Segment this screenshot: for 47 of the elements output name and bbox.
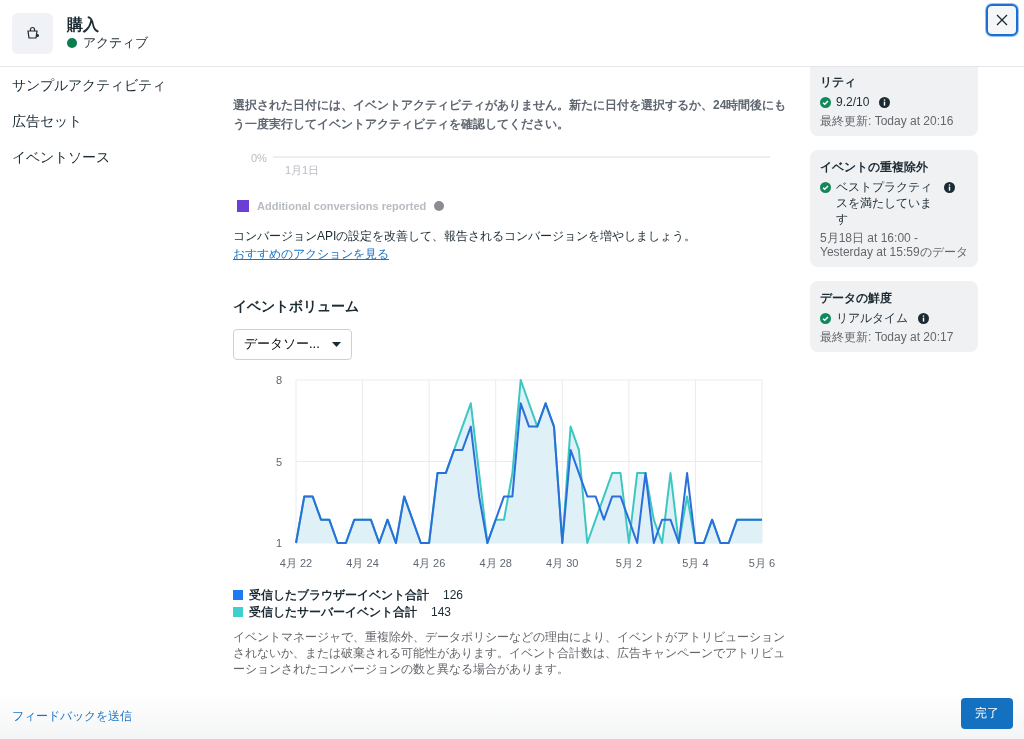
sidebar-link[interactable]: イベントソース (12, 147, 110, 167)
data-source-dropdown[interactable]: データソー... (233, 328, 352, 360)
close-button[interactable] (986, 4, 1018, 36)
page-title: 購入 (67, 15, 100, 35)
card-value: ベストプラクティスを満たしています (836, 179, 933, 227)
x-tick-label: 4月 30 (546, 556, 579, 569)
x-tick-label: 5月 2 (615, 556, 642, 569)
disclaimer-text: イベントマネージャで、重複除外、データポリシーなどの理由により、イベントがアトリビューションされないか、または破棄される可能性があります。イベント合計数は、広告キャンペーンでアトリビューションされたコンバージョンの数と異なる場合があります。 (233, 629, 786, 677)
section-title: イベントボリューム (233, 296, 360, 316)
x-tick-label: 4月 24 (346, 556, 379, 569)
legend-total: 143 (431, 603, 452, 621)
update-note: 5月18日 at 16:00 - Yesterday at 15:59のデータ (820, 231, 968, 259)
legend-label: 受信したブラウザーイベント合計 (249, 586, 429, 604)
card-title: イベントの重複除外 (820, 159, 929, 176)
axis-label: 0% (251, 151, 267, 166)
status-label: アクティブ (83, 35, 148, 51)
legend-total: 126 (443, 586, 464, 604)
x-tick-label: 5月 4 (682, 556, 709, 569)
done-button[interactable]: 完了 (961, 697, 1013, 729)
no-activity-message: 選択された日付には、イベントアクティビティがありません。新たに日付を選択するか、24時間後にもう一度実行してイベントアクティビティを確認してください。 (233, 97, 788, 133)
x-tick-label: 4月 28 (479, 556, 512, 569)
tip-text: コンバージョンAPIの設定を改善して、報告されるコンバージョンを増やしましょう。 (233, 228, 697, 243)
caret-icon (331, 341, 341, 347)
info-icon[interactable] (879, 97, 891, 108)
x-tick-label: 4月 22 (279, 556, 313, 569)
card-value: リアルタイム (836, 310, 908, 326)
info-icon[interactable] (918, 313, 929, 324)
y-tick-label: 8 (275, 373, 282, 386)
x-tick-label: 5月 6 (748, 556, 776, 569)
y-tick-label: 1 (275, 536, 282, 549)
feedback-link[interactable]: フィードバックを送信 (12, 707, 132, 725)
update-note: 最終更新: Today at 20:16 (820, 114, 955, 128)
close-icon (996, 14, 1008, 26)
info-icon[interactable] (944, 182, 955, 193)
recommended-actions-link[interactable]: おすすめのアクションを見る (233, 246, 389, 261)
sidebar-link[interactable]: 広告セット (12, 111, 82, 131)
y-tick-label: 5 (275, 455, 282, 467)
legend-label: Additional conversions reported (257, 199, 427, 214)
axis-label: 1月1日 (284, 163, 320, 178)
x-tick-label: 4月 26 (412, 556, 446, 569)
bag-icon (12, 12, 53, 54)
legend-label: 受信したサーバーイベント合計 (249, 603, 417, 621)
card-title: リティ (820, 74, 857, 91)
card-value: 9.2/10 (836, 94, 870, 110)
update-note: 最終更新: Today at 20:17 (820, 330, 955, 344)
card-title: データの鮮度 (820, 290, 893, 307)
sidebar-link[interactable]: サンプルアクティビティ (12, 75, 166, 95)
